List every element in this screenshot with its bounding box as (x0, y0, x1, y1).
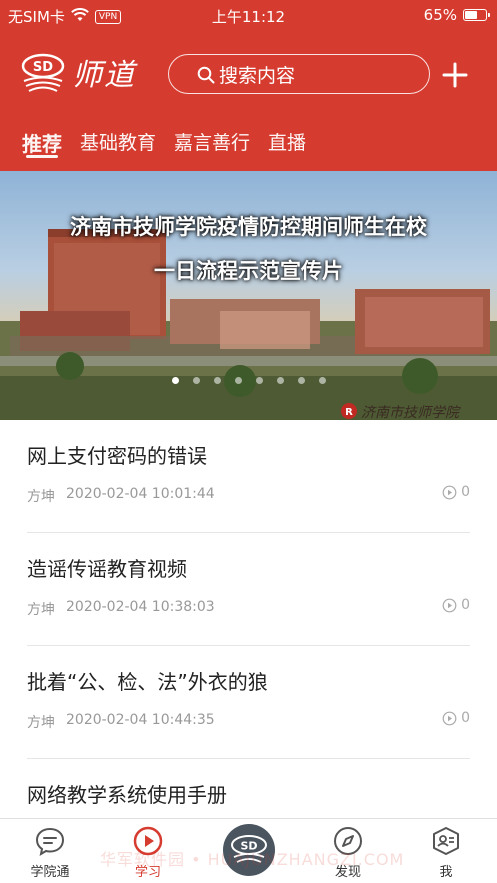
logo-mark-text: SD (33, 60, 53, 75)
chat-bubble-icon (34, 825, 66, 857)
site-watermark: 华军软件园 • HUAJUNZHANGZI.COM (100, 850, 405, 869)
article-author: 方坤 (27, 715, 55, 731)
school-watermark: R 济南市技师学院 (339, 401, 489, 420)
tab-live[interactable]: 直播 (268, 118, 306, 171)
carousel-dot[interactable] (319, 377, 326, 384)
view-count: 0 (442, 484, 470, 500)
list-item[interactable]: 造谣传谣教育视频方坤 2020-02-04 10:38:03 0 (0, 533, 497, 646)
article-author: 方坤 (27, 602, 55, 618)
banner-title-line2: 一日流程示范宣传片 (154, 259, 343, 283)
search-input[interactable]: 搜索内容 (168, 54, 430, 94)
banner-carousel[interactable]: 济南市技师学院疫情防控期间师生在校 一日流程示范宣传片 R 济南市技师学院 (0, 171, 497, 420)
battery-percent: 65% (423, 6, 457, 24)
sd-logo-icon: SD (20, 52, 66, 92)
article-time: 2020-02-04 10:38:03 (66, 599, 215, 615)
search-icon (197, 66, 215, 89)
carousel-dot[interactable] (172, 377, 179, 384)
add-button[interactable] (440, 60, 470, 90)
nav-college[interactable]: 学院通 (10, 819, 90, 880)
carousel-dot[interactable] (277, 377, 284, 384)
article-title: 造谣传谣教育视频 (27, 557, 187, 581)
carousel-dot[interactable] (298, 377, 305, 384)
view-count-value: 0 (461, 710, 470, 726)
play-count-icon (442, 711, 457, 725)
article-author: 方坤 (27, 489, 55, 505)
nav-college-label: 学院通 (30, 865, 70, 880)
view-count-value: 0 (461, 484, 470, 500)
category-tabs: 推荐 基础教育 嘉言善行 直播 (0, 118, 497, 171)
carousel-dot[interactable] (193, 377, 200, 384)
list-item[interactable]: 批着“公、检、法”外衣的狼方坤 2020-02-04 10:44:35 0 (0, 646, 497, 759)
app-logo: SD 师道 (20, 50, 136, 94)
list-item[interactable]: 网上支付密码的错误方坤 2020-02-04 10:01:44 0 (0, 420, 497, 533)
tab-good-words-deeds[interactable]: 嘉言善行 (174, 118, 250, 171)
tab-basic-education[interactable]: 基础教育 (80, 118, 156, 171)
clock: 上午11:12 (211, 8, 286, 26)
view-count: 0 (442, 710, 470, 726)
carousel-dot[interactable] (235, 377, 242, 384)
carousel-indicator (0, 377, 497, 385)
nav-me[interactable]: 我 (406, 819, 486, 880)
app-header: SD 师道 搜索内容 (0, 30, 497, 118)
nav-me-label: 我 (439, 865, 453, 880)
profile-card-icon (430, 825, 462, 857)
logo-text: 师道 (72, 58, 136, 93)
search-placeholder: 搜索内容 (219, 64, 296, 87)
battery-icon (463, 9, 490, 21)
carousel-dot[interactable] (214, 377, 221, 384)
article-title: 批着“公、检、法”外衣的狼 (27, 670, 268, 694)
article-title: 网络教学系统使用手册 (27, 783, 227, 807)
view-count: 0 (442, 597, 470, 613)
article-title: 网上支付密码的错误 (27, 444, 207, 468)
carousel-dot[interactable] (256, 377, 263, 384)
tab-recommend[interactable]: 推荐 (22, 118, 62, 171)
article-list: 网上支付密码的错误 方坤 2020-02-04 10:01:44 0 造谣传谣教育视频方… (0, 420, 497, 872)
article-time: 2020-02-04 10:44:35 (66, 712, 215, 728)
banner-title-line1: 济南市技师学院疫情防控期间师生在校 (70, 215, 427, 239)
school-watermark-text: 济南市技师学院 (361, 405, 459, 420)
play-count-icon (442, 485, 457, 499)
status-bar: 无SIM卡 VPN 上午11:12 65% (0, 0, 497, 30)
plus-icon (442, 62, 468, 88)
svg-text:R: R (345, 407, 353, 418)
view-count-value: 0 (461, 597, 470, 613)
article-time: 2020-02-04 10:01:44 (66, 486, 215, 502)
play-count-icon (442, 598, 457, 612)
